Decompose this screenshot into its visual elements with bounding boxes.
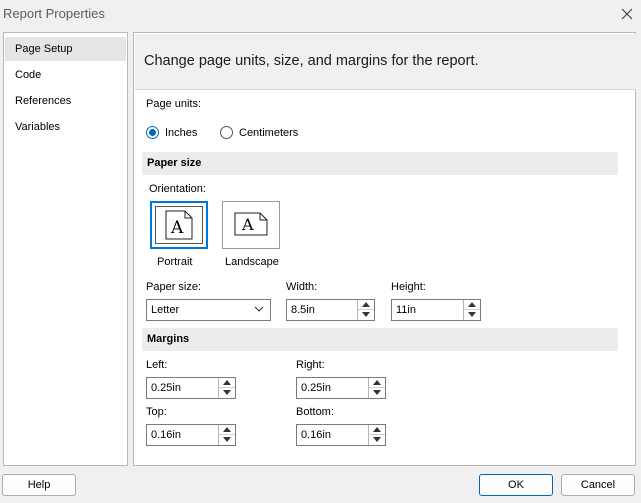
centimeters-radio-option[interactable]: Centimeters <box>220 125 310 141</box>
content-header: Change page units, size, and margins for… <box>135 34 636 90</box>
inches-label: Inches <box>165 127 198 139</box>
chevron-down-icon <box>254 306 264 312</box>
left-margin-decrement-button[interactable] <box>219 388 235 398</box>
sidebar-item-label: Page Setup <box>15 43 73 55</box>
bottom-margin-spinner <box>368 425 385 445</box>
top-margin-spinbox[interactable]: 0.16in <box>146 424 236 446</box>
centimeters-label: Centimeters <box>239 127 299 139</box>
help-button[interactable]: Help <box>2 474 76 496</box>
height-label: Height: <box>391 281 426 293</box>
height-spinner <box>463 300 480 320</box>
close-button[interactable] <box>617 4 637 24</box>
portrait-label: Portrait <box>157 256 193 268</box>
orientation-label: Orientation: <box>149 183 206 195</box>
sidebar-item-label: Code <box>15 69 42 81</box>
width-spinner <box>357 300 374 320</box>
right-margin-label: Right: <box>296 359 325 371</box>
left-margin-label: Left: <box>146 359 168 371</box>
portrait-glyph: A <box>170 218 184 238</box>
landscape-label: Landscape <box>225 256 279 268</box>
spin-up-icon <box>468 302 476 307</box>
spin-up-icon <box>362 302 370 307</box>
sidebar-item-page-setup[interactable]: Page Setup <box>5 37 126 61</box>
top-margin-spinner <box>218 425 235 445</box>
top-margin-increment-button[interactable] <box>219 425 235 435</box>
title-bar: Report Properties <box>0 0 641 30</box>
left-margin-value: 0.25in <box>151 382 181 394</box>
paper-size-section-header: Paper size <box>142 152 618 175</box>
portrait-orientation-button[interactable]: A <box>150 201 208 249</box>
ok-button[interactable]: OK <box>479 474 553 496</box>
width-spinbox[interactable]: 8.5in <box>286 299 375 321</box>
margins-section-header: Margins <box>142 328 618 351</box>
width-value: 8.5in <box>291 304 315 316</box>
paper-size-dropdown[interactable]: Letter <box>146 299 271 321</box>
header-description: Change page units, size, and margins for… <box>144 53 479 69</box>
window-title: Report Properties <box>3 6 105 21</box>
bottom-margin-spinbox[interactable]: 0.16in <box>296 424 386 446</box>
spin-up-icon <box>373 427 381 432</box>
paper-size-label: Paper size: <box>146 281 202 293</box>
inches-radio[interactable] <box>146 126 159 139</box>
top-margin-label: Top: <box>146 406 167 418</box>
top-margin-decrement-button[interactable] <box>219 435 235 445</box>
spin-up-icon <box>223 380 231 385</box>
bottom-margin-decrement-button[interactable] <box>369 435 385 445</box>
spin-down-icon <box>468 312 476 317</box>
landscape-glyph: A <box>241 215 254 234</box>
spin-down-icon <box>223 437 231 442</box>
height-value: 11in <box>396 304 416 316</box>
sidebar: Page Setup Code References Variables <box>3 32 128 466</box>
content-panel: Change page units, size, and margins for… <box>133 32 636 466</box>
margins-section-title: Margins <box>147 333 190 345</box>
height-decrement-button[interactable] <box>464 310 480 320</box>
width-label: Width: <box>286 281 318 293</box>
height-increment-button[interactable] <box>464 300 480 310</box>
landscape-page-icon: A <box>234 212 268 236</box>
left-margin-increment-button[interactable] <box>219 378 235 388</box>
paper-size-value: Letter <box>151 304 180 316</box>
spin-down-icon <box>362 312 370 317</box>
width-increment-button[interactable] <box>358 300 374 310</box>
left-margin-spinbox[interactable]: 0.25in <box>146 377 236 399</box>
portrait-page-icon: A <box>165 210 193 240</box>
right-margin-increment-button[interactable] <box>369 378 385 388</box>
spin-down-icon <box>373 390 381 395</box>
sidebar-item-label: References <box>15 95 72 107</box>
sidebar-item-variables[interactable]: Variables <box>5 115 126 139</box>
cancel-button[interactable]: Cancel <box>561 474 635 496</box>
sidebar-item-references[interactable]: References <box>5 89 126 113</box>
height-spinbox[interactable]: 11in <box>391 299 481 321</box>
bottom-margin-label: Bottom: <box>296 406 334 418</box>
sidebar-item-code[interactable]: Code <box>5 63 126 87</box>
landscape-orientation-button[interactable]: A <box>222 201 280 249</box>
right-margin-decrement-button[interactable] <box>369 388 385 398</box>
bottom-margin-value: 0.16in <box>301 429 331 441</box>
bottom-margin-increment-button[interactable] <box>369 425 385 435</box>
spin-down-icon <box>223 390 231 395</box>
spin-down-icon <box>373 437 381 442</box>
top-margin-value: 0.16in <box>151 429 181 441</box>
right-margin-spinner <box>368 378 385 398</box>
close-icon <box>621 8 633 20</box>
right-margin-value: 0.25in <box>301 382 331 394</box>
page-units-label: Page units: <box>146 98 202 110</box>
spin-up-icon <box>223 427 231 432</box>
left-margin-spinner <box>218 378 235 398</box>
paper-size-section-title: Paper size <box>147 157 202 169</box>
width-decrement-button[interactable] <box>358 310 374 320</box>
sidebar-item-label: Variables <box>15 121 61 133</box>
spin-up-icon <box>373 380 381 385</box>
inches-radio-option[interactable]: Inches <box>146 125 206 141</box>
right-margin-spinbox[interactable]: 0.25in <box>296 377 386 399</box>
centimeters-radio[interactable] <box>220 126 233 139</box>
